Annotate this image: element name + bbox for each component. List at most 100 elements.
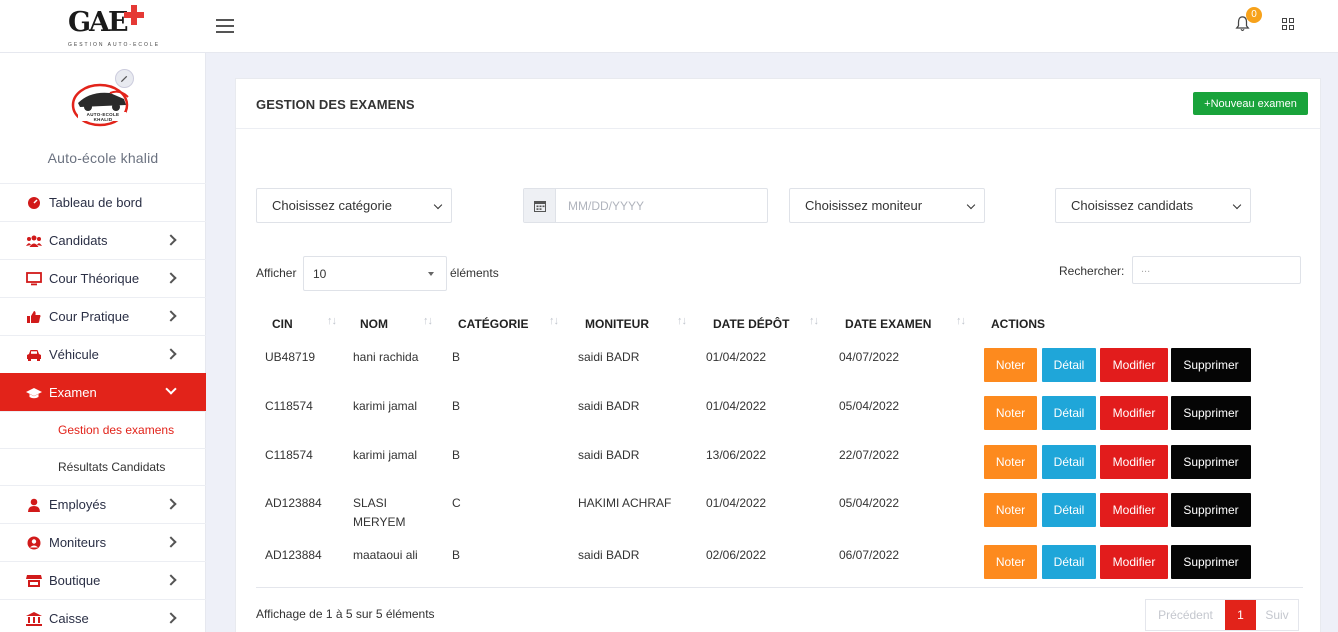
sidebar-item-label: Caisse: [49, 611, 89, 626]
column-header-moniteur[interactable]: MONITEUR: [585, 317, 649, 331]
noter-button[interactable]: Noter: [984, 493, 1037, 527]
cell-date-examen: 22/07/2022: [839, 448, 900, 462]
date-input[interactable]: MM/DD/YYYY: [568, 199, 644, 213]
modifier-button[interactable]: Modifier: [1100, 396, 1168, 430]
sidebar-item-label: Candidats: [49, 233, 108, 248]
noter-button[interactable]: Noter: [984, 396, 1037, 430]
cell-cin: UB48719: [265, 350, 316, 364]
logo-plus-icon: [124, 5, 144, 25]
sidebar-item-candidats[interactable]: Candidats: [0, 221, 206, 259]
category-select-value: Choisissez catégorie: [272, 198, 392, 213]
detail-button[interactable]: Détail: [1042, 396, 1096, 430]
calendar-icon[interactable]: [524, 189, 556, 222]
thumbs-up-icon: [26, 310, 42, 324]
sidebar-item-tableau-de-bord[interactable]: Tableau de bord: [0, 183, 206, 221]
divider: [256, 587, 1303, 588]
modifier-button[interactable]: Modifier: [1100, 348, 1168, 382]
detail-button[interactable]: Détail: [1042, 445, 1096, 479]
monitor-select[interactable]: Choisissez moniteur: [789, 188, 985, 223]
app-logo[interactable]: GAE GESTION AUTO-ECOLE: [66, 5, 158, 49]
new-exam-button[interactable]: +Nouveau examen: [1193, 92, 1308, 115]
sidebar-item-employes[interactable]: Employés: [0, 485, 206, 523]
sort-icon[interactable]: ↑↓: [677, 315, 687, 327]
cell-date-depot: 01/04/2022: [706, 350, 767, 364]
cell-categorie: B: [452, 350, 461, 364]
cell-categorie: C: [452, 496, 461, 510]
category-select[interactable]: Choisissez catégorie: [256, 188, 452, 223]
detail-button[interactable]: Détail: [1042, 545, 1096, 579]
search-label: Rechercher:: [1059, 264, 1125, 278]
sort-icon[interactable]: ↑↓: [423, 315, 433, 327]
noter-button[interactable]: Noter: [984, 348, 1037, 382]
column-header-date-depot[interactable]: DATE DÉPÔT: [713, 317, 789, 331]
logo-text: GAE: [68, 7, 129, 38]
page-title: GESTION DES EXAMENS: [256, 97, 415, 112]
sidebar-item-cour-pratique[interactable]: Cour Pratique: [0, 297, 206, 335]
chevron-down-icon: [165, 383, 177, 395]
supprimer-button[interactable]: Supprimer: [1171, 545, 1251, 579]
chevron-right-icon: [165, 612, 177, 624]
cell-date-depot: 02/06/2022: [706, 548, 767, 562]
supprimer-button[interactable]: Supprimer: [1171, 445, 1251, 479]
sidebar-item-moniteurs[interactable]: Moniteurs: [0, 523, 206, 561]
cell-categorie: B: [452, 548, 461, 562]
dashboard-icon: [26, 196, 42, 210]
pagination-previous[interactable]: Précédent: [1146, 600, 1225, 630]
supprimer-button[interactable]: Supprimer: [1171, 348, 1251, 382]
sidebar-item-label: Cour Théorique: [49, 271, 140, 286]
column-header-categorie[interactable]: CATÉGORIE: [458, 317, 528, 331]
column-header-actions: ACTIONS: [991, 317, 1045, 331]
pagination-page[interactable]: 1: [1225, 600, 1256, 630]
sort-icon[interactable]: ↑↓: [956, 315, 966, 327]
modifier-button[interactable]: Modifier: [1100, 445, 1168, 479]
exams-card: GESTION DES EXAMENS +Nouveau examen Choi…: [235, 78, 1321, 632]
chevron-right-icon: [165, 498, 177, 510]
cell-moniteur: saidi BADR: [578, 448, 640, 462]
sort-icon[interactable]: ↑↓: [549, 315, 559, 327]
detail-button[interactable]: Détail: [1042, 493, 1096, 527]
page-length-select[interactable]: 10: [303, 256, 447, 291]
noter-button[interactable]: Noter: [984, 545, 1037, 579]
cell-cin: AD123884: [265, 548, 322, 562]
sort-icon[interactable]: ↑↓: [327, 315, 337, 327]
apps-grid-icon[interactable]: [1282, 18, 1294, 30]
sidebar-item-examen[interactable]: Examen: [0, 373, 206, 411]
sidebar-item-label: Cour Pratique: [49, 309, 130, 324]
modifier-button[interactable]: Modifier: [1100, 545, 1168, 579]
sort-icon[interactable]: ↑↓: [809, 315, 819, 327]
sidebar-item-boutique[interactable]: Boutique: [0, 561, 206, 599]
sidebar-item-label: Examen: [49, 385, 97, 400]
search-input[interactable]: ...: [1132, 256, 1301, 284]
supprimer-button[interactable]: Supprimer: [1171, 396, 1251, 430]
car-icon: [26, 348, 42, 362]
store-icon: [26, 574, 42, 588]
column-header-nom[interactable]: NOM: [360, 317, 388, 331]
modifier-button[interactable]: Modifier: [1100, 493, 1168, 527]
page-length-value: 10: [313, 266, 327, 281]
column-header-date-examen[interactable]: DATE EXAMEN: [845, 317, 931, 331]
sidebar-item-label: Employés: [49, 497, 107, 512]
date-picker[interactable]: MM/DD/YYYY: [523, 188, 768, 223]
candidates-select[interactable]: Choisissez candidats: [1055, 188, 1251, 223]
chevron-right-icon: [165, 310, 177, 322]
table-info: Affichage de 1 à 5 sur 5 éléments: [256, 607, 435, 621]
sidebar-subitem-resultats-candidats[interactable]: Résultats Candidats: [0, 448, 206, 485]
supprimer-button[interactable]: Supprimer: [1171, 493, 1251, 527]
cell-cin: AD123884: [265, 496, 322, 510]
menu-toggle-icon[interactable]: [216, 18, 234, 34]
sidebar-item-vehicule[interactable]: Véhicule: [0, 335, 206, 373]
edit-profile-button[interactable]: [115, 69, 134, 88]
sidebar-item-caisse[interactable]: Caisse: [0, 599, 206, 632]
sidebar-subitem-gestion-examens[interactable]: Gestion des examens: [0, 411, 206, 448]
cell-moniteur: saidi BADR: [578, 548, 640, 562]
sidebar-item-cour-theorique[interactable]: Cour Théorique: [0, 259, 206, 297]
cell-date-examen: 05/04/2022: [839, 496, 900, 510]
noter-button[interactable]: Noter: [984, 445, 1037, 479]
detail-button[interactable]: Détail: [1042, 348, 1096, 382]
users-icon: [26, 234, 42, 248]
divider: [236, 128, 1320, 129]
pagination-next[interactable]: Suiv: [1256, 600, 1298, 630]
cell-cin: C118574: [265, 399, 313, 413]
chevron-down-icon: [966, 200, 976, 210]
column-header-cin[interactable]: CIN: [272, 317, 293, 331]
